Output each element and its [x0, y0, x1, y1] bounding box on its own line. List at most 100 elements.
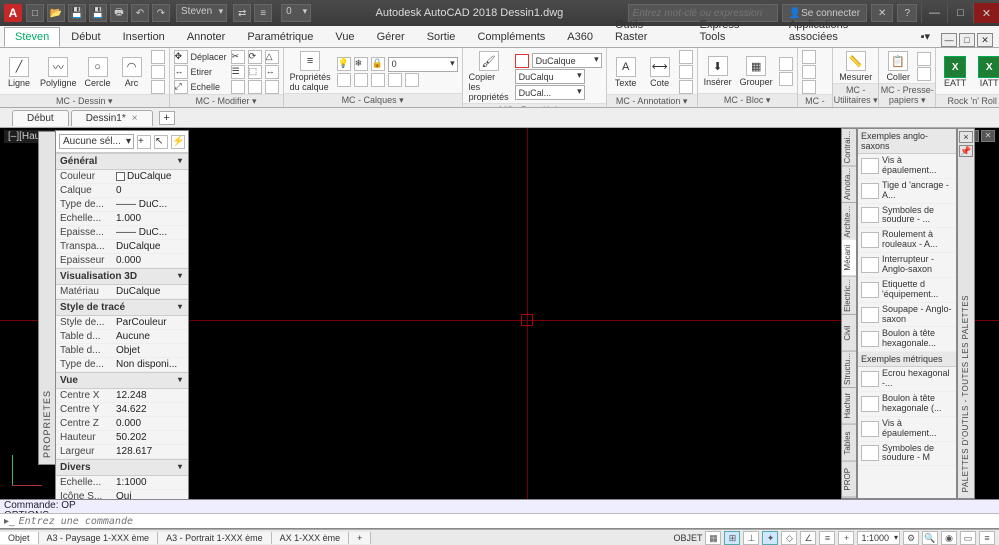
osnap-toggle[interactable]: ◇ [781, 531, 797, 545]
move-tool[interactable]: ✥Déplacer [174, 50, 227, 64]
linetype-dropdown[interactable]: DuCal... [515, 85, 585, 100]
palette-pin-icon[interactable]: 📌 [959, 145, 973, 157]
new-icon[interactable]: □ [26, 4, 44, 22]
insert-tool[interactable]: ⬇Insérer [702, 55, 734, 88]
sidetab-4[interactable]: Electric... [842, 277, 856, 315]
color-dropdown[interactable]: DuCalque [532, 53, 602, 68]
prop-row[interactable]: Epaisseur0.000 [56, 254, 188, 268]
maximize-button[interactable]: □ [947, 3, 973, 23]
tab-debut[interactable]: Début [60, 27, 111, 47]
tab-more[interactable]: ▪▾ [910, 26, 941, 47]
tab-gerer[interactable]: Gérer [366, 27, 416, 47]
grid-toggle[interactable]: ▦ [705, 531, 721, 545]
sidetab-5[interactable]: Civil [842, 315, 856, 352]
customize-icon[interactable]: ≡ [979, 531, 995, 545]
section-vue[interactable]: Vue [56, 372, 188, 389]
prop-row[interactable]: Centre Z0.000 [56, 417, 188, 431]
saveas-icon[interactable]: 💾 [89, 4, 107, 22]
dyn-toggle[interactable]: + [838, 531, 854, 545]
text-tool[interactable]: ATexte [611, 56, 641, 89]
doc-max-icon[interactable]: □ [959, 33, 975, 47]
prop-row[interactable]: Echelle...1:1000 [56, 476, 188, 490]
section-style[interactable]: Style de tracé [56, 299, 188, 316]
polyline-tool[interactable]: 〰Polyligne [38, 56, 79, 89]
tab-insertion[interactable]: Insertion [112, 27, 176, 47]
command-input[interactable] [19, 516, 999, 527]
offset-icon[interactable]: ⬚ [248, 65, 262, 79]
iatt-tool[interactable]: XIATT [974, 55, 999, 89]
annoscale-icon[interactable]: 🔍 [922, 531, 938, 545]
array-icon[interactable]: ☰ [231, 65, 245, 79]
section-visu3d[interactable]: Visualisation 3D [56, 268, 188, 285]
lwt-toggle[interactable]: ≡ [819, 531, 835, 545]
group-calques[interactable]: MC - Calques ▾ [284, 93, 462, 107]
scale-dropdown[interactable]: 1:1000 [857, 531, 900, 545]
otrack-toggle[interactable]: ∠ [800, 531, 816, 545]
tool-item[interactable]: Soupape - Anglo-saxon [858, 303, 956, 328]
prop-row[interactable]: Centre X12.248 [56, 389, 188, 403]
filetab-dessin1[interactable]: Dessin1*× [71, 110, 153, 126]
tool-item[interactable]: Interrupteur - Anglo-saxon [858, 253, 956, 278]
sidetab-7[interactable]: Hachur [842, 388, 856, 425]
sidetab-6[interactable]: Structu... [842, 351, 856, 388]
doc-close-icon[interactable]: ✕ [977, 33, 993, 47]
group-rock[interactable]: Rock 'n' Roll [936, 94, 999, 107]
freeze-icon[interactable]: ❄ [354, 57, 368, 71]
sidetab-1[interactable]: Annota... [842, 166, 856, 203]
prop-row[interactable]: MatériauDuCalque [56, 285, 188, 299]
stretch-tool[interactable]: ↔Etirer [174, 65, 227, 79]
prop-row[interactable]: Centre Y34.622 [56, 403, 188, 417]
undo-icon[interactable]: ↶ [131, 4, 149, 22]
tool-palette[interactable]: Exemples anglo-saxons Vis à épaulement..… [857, 128, 957, 499]
bulb-icon[interactable]: 💡 [337, 57, 351, 71]
command-line[interactable]: Commande: OP OPTIONS Commande: ▸_ [0, 499, 999, 529]
tool-item[interactable]: Symboles de soudure - M [858, 442, 956, 467]
mirror-icon[interactable]: △ [265, 50, 279, 64]
paste-tool[interactable]: 📋Coller [883, 50, 913, 83]
vp-close-icon[interactable]: ✕ [981, 130, 995, 142]
group-utilitaires[interactable]: MC - Utilitaires ▾ [833, 83, 878, 107]
workspace-selector[interactable]: Steven [176, 4, 227, 22]
rotate-icon[interactable]: ⟳ [248, 50, 262, 64]
print-icon[interactable]: 🖶 [110, 4, 128, 22]
tab-apps[interactable]: Applications associées [778, 15, 910, 47]
prop-row[interactable]: Type de...—— DuC... [56, 198, 188, 212]
tab-sortie[interactable]: Sortie [416, 27, 467, 47]
layout-a3p[interactable]: A3 - Paysage 1-XXX ème [39, 532, 159, 544]
select-icon[interactable]: ↖ [154, 135, 168, 149]
save-icon[interactable]: 💾 [68, 4, 86, 22]
filetab-debut[interactable]: Début [12, 110, 69, 126]
group-tool[interactable]: ▦Grouper [738, 55, 775, 88]
gear-icon[interactable]: ⚙ [903, 531, 919, 545]
measure-tool[interactable]: 📏Mesurer [837, 50, 874, 83]
tool-item[interactable]: Ecrou hexagonal -... [858, 367, 956, 392]
close-tab-icon[interactable]: × [132, 113, 138, 124]
tool-item[interactable]: Symboles de soudure - ... [858, 204, 956, 229]
tool-item[interactable]: Boulon à tête hexagonale (... [858, 392, 956, 417]
tool-item[interactable]: Vis à épaulement... [858, 417, 956, 442]
layer-props-tool[interactable]: ≡Propriétés du calque [288, 50, 333, 93]
line-tool[interactable]: ╱Ligne [4, 56, 34, 89]
properties-palette[interactable]: PROPRIETES Aucune sél... + ↖ ⚡ Général C… [55, 130, 189, 519]
dim-tool[interactable]: ⟷Cote [645, 56, 675, 89]
snap-toggle[interactable]: ⊞ [724, 531, 740, 545]
palette-handle[interactable]: PROPRIETES [38, 131, 56, 465]
group-groupes[interactable]: MC - Groupes ▾ [798, 94, 833, 108]
sidetab-3[interactable]: Mécani [842, 240, 856, 277]
new-tab-button[interactable]: + [159, 111, 175, 125]
prop-row[interactable]: Transpa...DuCalque [56, 240, 188, 254]
sidetab-8[interactable]: Tables [842, 425, 856, 462]
tab-raster[interactable]: Outils Raster [604, 15, 689, 47]
prop-row[interactable]: Largeur128.617 [56, 445, 188, 459]
minimize-button[interactable]: — [921, 3, 947, 23]
tool-palette-handle[interactable]: × 📌 PALETTES D'OUTILS - TOUTES LES PALET… [957, 128, 975, 499]
layout-objet[interactable]: Objet [0, 532, 39, 544]
section-general[interactable]: Général [56, 153, 188, 170]
tool-item[interactable]: Roulement à rouleaux - A... [858, 228, 956, 253]
tab-steven[interactable]: Steven [4, 27, 60, 47]
group-dessin[interactable]: MC - Dessin ▾ [0, 94, 169, 108]
pickadd-icon[interactable]: + [137, 135, 151, 149]
selection-dropdown[interactable]: Aucune sél... [59, 134, 134, 149]
tool-item[interactable]: Tige d 'ancrage - A... [858, 179, 956, 204]
arc-tool[interactable]: ◠Arc [117, 56, 147, 89]
